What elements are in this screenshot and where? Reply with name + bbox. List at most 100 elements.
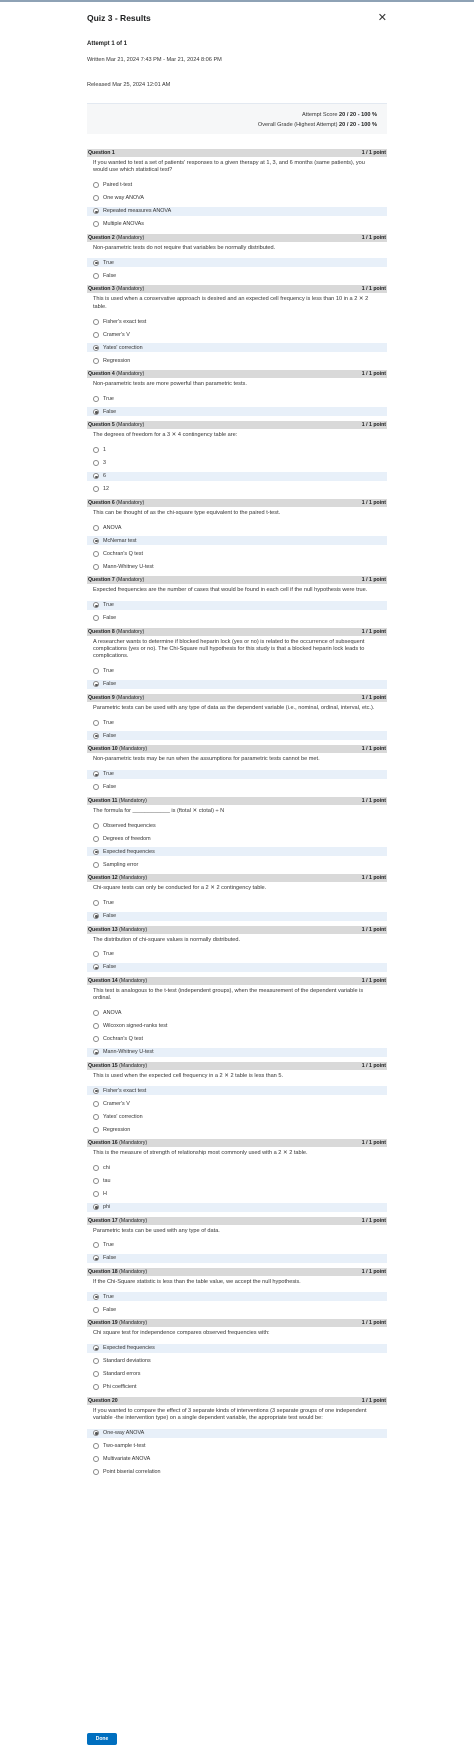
answer-option[interactable]: Multivariate ANOVA (87, 1455, 387, 1464)
radio-unchecked-icon[interactable] (93, 1036, 99, 1043)
radio-unchecked-icon[interactable] (93, 460, 99, 467)
radio-unchecked-icon[interactable] (93, 1191, 99, 1198)
radio-unchecked-icon[interactable] (93, 1023, 99, 1030)
answer-option[interactable]: True (87, 950, 387, 959)
answer-option[interactable]: Paired t-test (87, 181, 387, 190)
answer-option[interactable]: Wilcoxon signed-ranks test (87, 1022, 387, 1031)
radio-checked-icon[interactable] (93, 1204, 99, 1211)
answer-option[interactable]: ANOVA (87, 523, 387, 532)
answer-option[interactable]: False (87, 911, 387, 921)
answer-option[interactable]: Phi coefficient (87, 1383, 387, 1392)
answer-option[interactable]: Expected frequencies (87, 847, 387, 857)
radio-checked-icon[interactable] (93, 913, 99, 919)
answer-option[interactable]: False (87, 614, 387, 623)
radio-checked-icon[interactable] (93, 344, 99, 351)
radio-checked-icon[interactable] (93, 259, 99, 266)
answer-option[interactable]: phi (87, 1202, 387, 1212)
radio-checked-icon[interactable] (93, 1087, 99, 1094)
answer-option[interactable]: Yates' correction (87, 343, 387, 353)
answer-option[interactable]: 6 (87, 471, 387, 481)
answer-option[interactable]: Regression (87, 1125, 387, 1134)
answer-option[interactable]: False (87, 407, 387, 417)
radio-unchecked-icon[interactable] (93, 1306, 99, 1313)
answer-option[interactable]: One-way ANOVA (87, 1428, 387, 1438)
answer-option[interactable]: True (87, 394, 387, 403)
radio-unchecked-icon[interactable] (93, 835, 99, 842)
radio-unchecked-icon[interactable] (93, 550, 99, 557)
answer-option[interactable]: 1 (87, 446, 387, 455)
answer-option[interactable]: tau (87, 1177, 387, 1186)
answer-option[interactable]: Standard errors (87, 1370, 387, 1379)
radio-checked-icon[interactable] (93, 537, 99, 544)
radio-unchecked-icon[interactable] (93, 563, 99, 570)
radio-checked-icon[interactable] (93, 1430, 99, 1437)
radio-unchecked-icon[interactable] (93, 221, 99, 228)
radio-checked-icon[interactable] (93, 1345, 99, 1352)
radio-unchecked-icon[interactable] (93, 272, 99, 279)
radio-checked-icon[interactable] (93, 1293, 99, 1300)
radio-unchecked-icon[interactable] (93, 1113, 99, 1120)
radio-unchecked-icon[interactable] (93, 784, 99, 791)
radio-unchecked-icon[interactable] (93, 1010, 99, 1017)
radio-unchecked-icon[interactable] (93, 668, 99, 675)
radio-unchecked-icon[interactable] (93, 486, 99, 493)
close-icon[interactable]: ✕ (378, 12, 387, 24)
answer-option[interactable]: Multiple ANOVAs (87, 220, 387, 229)
answer-option[interactable]: True (87, 1241, 387, 1250)
answer-option[interactable]: chi (87, 1164, 387, 1173)
radio-unchecked-icon[interactable] (93, 195, 99, 202)
radio-checked-icon[interactable] (93, 848, 99, 855)
radio-checked-icon[interactable] (93, 602, 99, 609)
answer-option[interactable]: Point biserial correlation (87, 1468, 387, 1477)
answer-option[interactable]: True (87, 600, 387, 610)
radio-unchecked-icon[interactable] (93, 357, 99, 364)
answer-option[interactable]: McNemar test (87, 536, 387, 546)
radio-unchecked-icon[interactable] (93, 1469, 99, 1476)
answer-option[interactable]: Degrees of freedom (87, 834, 387, 843)
answer-option[interactable]: Cramer's V (87, 1099, 387, 1108)
answer-option[interactable]: True (87, 718, 387, 727)
answer-option[interactable]: Fisher's exact test (87, 1086, 387, 1096)
radio-unchecked-icon[interactable] (93, 861, 99, 868)
answer-option[interactable]: Cochran's Q test (87, 1035, 387, 1044)
answer-option[interactable]: False (87, 679, 387, 689)
answer-option[interactable]: Mann-Whitney U-test (87, 1047, 387, 1057)
radio-unchecked-icon[interactable] (93, 1178, 99, 1185)
radio-unchecked-icon[interactable] (93, 1100, 99, 1107)
radio-checked-icon[interactable] (93, 964, 99, 971)
radio-checked-icon[interactable] (93, 408, 99, 415)
answer-option[interactable]: True (87, 769, 387, 779)
radio-checked-icon[interactable] (93, 1049, 99, 1056)
answer-option[interactable]: Two-sample t-test (87, 1442, 387, 1451)
done-button[interactable]: Done (87, 1733, 117, 1745)
radio-unchecked-icon[interactable] (93, 822, 99, 829)
answer-option[interactable]: H (87, 1190, 387, 1199)
radio-unchecked-icon[interactable] (93, 615, 99, 622)
radio-unchecked-icon[interactable] (93, 1126, 99, 1133)
radio-unchecked-icon[interactable] (93, 1371, 99, 1378)
radio-unchecked-icon[interactable] (93, 318, 99, 325)
radio-unchecked-icon[interactable] (93, 1358, 99, 1365)
answer-option[interactable]: False (87, 731, 387, 741)
radio-unchecked-icon[interactable] (93, 395, 99, 402)
answer-option[interactable]: False (87, 1305, 387, 1314)
radio-checked-icon[interactable] (93, 732, 99, 739)
radio-unchecked-icon[interactable] (93, 1165, 99, 1172)
answer-option[interactable]: One way ANOVA (87, 194, 387, 203)
radio-unchecked-icon[interactable] (93, 900, 99, 906)
answer-option[interactable]: True (87, 667, 387, 676)
answer-option[interactable]: Cramer's V (87, 330, 387, 339)
answer-option[interactable]: Yates' correction (87, 1112, 387, 1121)
radio-unchecked-icon[interactable] (93, 331, 99, 338)
answer-option[interactable]: Observed frequencies (87, 821, 387, 830)
radio-checked-icon[interactable] (93, 473, 99, 480)
answer-option[interactable]: Cochran's Q test (87, 549, 387, 558)
answer-option[interactable]: Expected frequencies (87, 1343, 387, 1353)
radio-checked-icon[interactable] (93, 208, 99, 215)
answer-option[interactable]: True (87, 1292, 387, 1302)
answer-option[interactable]: False (87, 962, 387, 972)
answer-option[interactable]: 3 (87, 459, 387, 468)
radio-checked-icon[interactable] (93, 681, 99, 688)
answer-option[interactable]: Sampling error (87, 860, 387, 869)
radio-unchecked-icon[interactable] (93, 951, 99, 958)
